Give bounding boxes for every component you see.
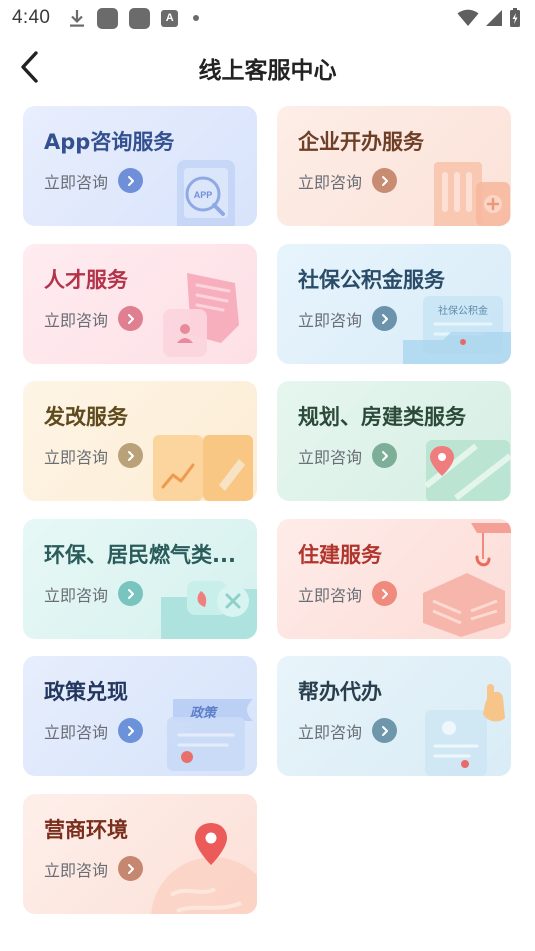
page-header: 线上客服中心	[0, 44, 535, 90]
card-action[interactable]: 立即咨询	[298, 718, 398, 743]
arrow-right-icon	[118, 168, 144, 193]
map-pin-icon	[424, 440, 511, 501]
card-action[interactable]: 立即咨询	[298, 443, 398, 468]
service-card-development-reform[interactable]: 发改服务 立即咨询	[23, 381, 257, 501]
consult-now-label: 立即咨询	[298, 722, 363, 742]
service-card-housing-construction[interactable]: 住建服务 立即咨询	[277, 519, 511, 639]
service-card-enterprise-setup[interactable]: 企业开办服务 立即咨询	[277, 106, 511, 226]
service-card-social-security[interactable]: 社保公积金服务 立即咨询 社保公积金	[277, 244, 511, 364]
card-title: 环保、居民燃气类...	[44, 543, 236, 567]
signal-icon	[486, 10, 502, 26]
arrow-right-icon	[372, 306, 398, 331]
globe-location-icon	[151, 823, 257, 914]
app-notification-icon	[129, 7, 151, 29]
eco-folder-icon	[161, 581, 257, 639]
svg-text:APP: APP	[194, 190, 213, 200]
status-system-icons	[457, 8, 521, 28]
app-search-icon: APP	[177, 160, 235, 226]
policy-scroll-icon: 政策	[167, 699, 253, 771]
social-security-folder-icon: 社保公积金	[403, 296, 511, 364]
consult-now-label: 立即咨询	[44, 860, 109, 880]
consult-now-label: 立即咨询	[44, 172, 109, 192]
card-title: 企业开办服务	[298, 130, 424, 154]
page-title: 线上客服中心	[198, 58, 337, 84]
more-dot-icon	[193, 15, 200, 21]
battery-icon	[510, 8, 520, 27]
service-card-app-consult[interactable]: App咨询服务 立即咨询 APP	[23, 106, 257, 226]
service-card-agency-assistance[interactable]: 帮办代办 立即咨询	[277, 656, 511, 776]
arrow-right-icon	[118, 443, 144, 468]
status-notification-icons: A	[68, 7, 200, 29]
svg-text:社保公积金: 社保公积金	[438, 304, 488, 317]
consult-now-label: 立即咨询	[298, 310, 363, 330]
card-title: 住建服务	[298, 543, 382, 567]
card-action[interactable]: 立即咨询	[44, 718, 144, 743]
service-card-business-environment[interactable]: 营商环境 立即咨询	[23, 794, 257, 914]
card-title: 营商环境	[44, 818, 128, 842]
consult-now-label: 立即咨询	[44, 722, 109, 742]
chart-book-icon	[153, 435, 253, 501]
card-action[interactable]: 立即咨询	[44, 856, 144, 881]
card-title: 帮办代办	[298, 680, 382, 704]
text-a-icon: A	[161, 9, 179, 27]
arrow-right-icon	[372, 443, 398, 468]
arrow-right-icon	[118, 718, 144, 743]
app-notification-icon	[97, 7, 119, 29]
card-title: 社保公积金服务	[298, 268, 445, 292]
card-action[interactable]: 立即咨询	[298, 306, 398, 331]
card-title: App咨询服务	[44, 130, 175, 154]
consult-now-label: 立即咨询	[44, 585, 109, 605]
consult-now-label: 立即咨询	[298, 447, 363, 467]
svg-text:政策: 政策	[190, 705, 219, 721]
service-card-environment-gas[interactable]: 环保、居民燃气类... 立即咨询	[23, 519, 257, 639]
consult-now-label: 立即咨询	[298, 585, 363, 605]
service-card-policy-fulfillment[interactable]: 政策兑现 立即咨询 政策	[23, 656, 257, 776]
service-card-talent[interactable]: 人才服务 立即咨询	[23, 244, 257, 364]
card-action[interactable]: 立即咨询	[298, 168, 398, 193]
status-time: 4:40	[12, 7, 51, 28]
helping-hand-doc-icon	[425, 684, 505, 776]
card-action[interactable]: 立即咨询	[44, 581, 144, 606]
person-card-icon	[163, 273, 239, 357]
status-bar: 4:40 A	[0, 0, 535, 36]
arrow-right-icon	[372, 581, 398, 606]
card-action[interactable]: 立即咨询	[44, 168, 144, 193]
consult-now-label: 立即咨询	[298, 172, 363, 192]
card-title: 规划、房建类服务	[298, 405, 466, 429]
crane-building-icon	[423, 523, 511, 637]
consult-now-label: 立即咨询	[44, 447, 109, 467]
arrow-right-icon	[372, 168, 398, 193]
wifi-icon	[457, 9, 479, 26]
card-action[interactable]: 立即咨询	[44, 306, 144, 331]
building-plus-icon	[434, 162, 510, 226]
card-action[interactable]: 立即咨询	[298, 581, 398, 606]
card-title: 发改服务	[44, 405, 128, 429]
card-action[interactable]: 立即咨询	[44, 443, 144, 468]
arrow-right-icon	[118, 306, 144, 331]
arrow-right-icon	[372, 718, 398, 743]
service-card-planning-construction[interactable]: 规划、房建类服务 立即咨询	[277, 381, 511, 501]
download-icon	[70, 10, 85, 27]
arrow-right-icon	[118, 581, 144, 606]
consult-now-label: 立即咨询	[44, 310, 109, 330]
card-title: 政策兑现	[44, 680, 128, 704]
card-title: 人才服务	[44, 268, 128, 292]
